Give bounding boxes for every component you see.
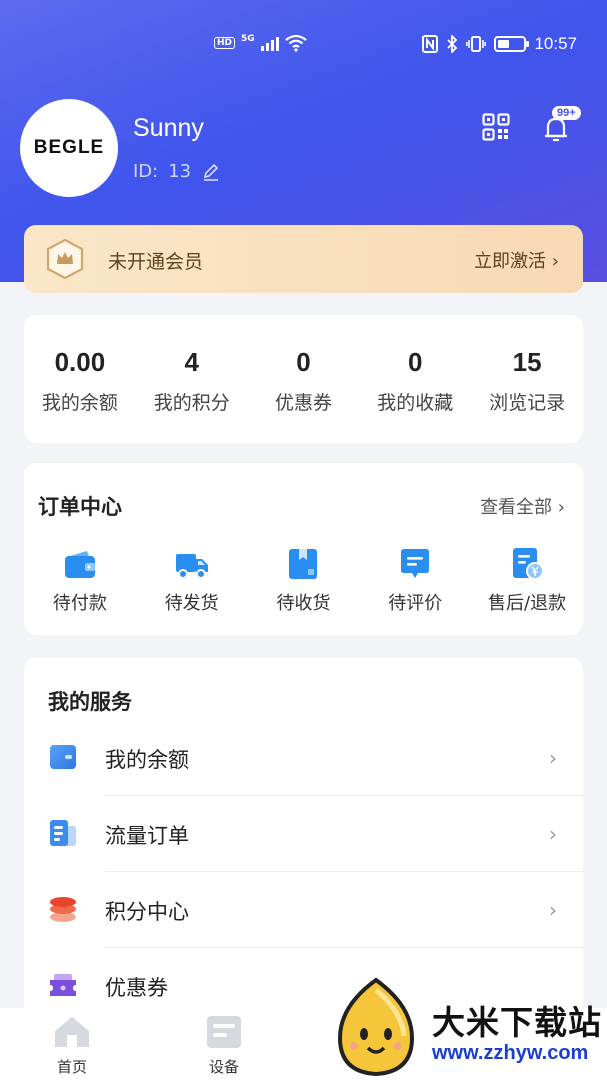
stat-favorites[interactable]: 0 我的收藏 <box>359 315 471 443</box>
battery-icon <box>494 36 530 52</box>
stat-points[interactable]: 4 我的积分 <box>136 315 248 443</box>
service-label: 流量订单 <box>105 824 189 848</box>
comment-icon <box>401 549 430 578</box>
stat-coupons[interactable]: 0 优惠券 <box>248 315 360 443</box>
tab-home[interactable]: 首页 <box>17 1008 127 1077</box>
stat-balance[interactable]: 0.00 我的余额 <box>24 315 136 443</box>
order-pending-review[interactable]: 待评价 <box>359 547 471 615</box>
username: Sunny <box>133 114 204 142</box>
network-type: 5G <box>241 34 255 44</box>
notification-badge: 99+ <box>552 106 581 120</box>
chevron-right-icon: › <box>557 497 565 518</box>
coins-icon <box>50 897 76 922</box>
tab-device[interactable]: 设备 <box>169 1008 279 1077</box>
order-after-sales[interactable]: 售后/退款 <box>471 547 583 615</box>
order-status-row: 待付款 待发货 待收货 待评价 售后/退款 <box>24 547 583 615</box>
order-center-title: 订单中心 <box>38 495 122 519</box>
order-label: 待付款 <box>52 593 107 614</box>
tab-label: 设备 <box>208 1058 239 1076</box>
ticket-icon <box>50 974 76 996</box>
order-label: 待收货 <box>276 593 331 614</box>
stat-label: 我的余额 <box>41 392 118 414</box>
stat-label: 浏览记录 <box>489 392 566 414</box>
wallet-icon <box>64 551 95 578</box>
tab-label: 首页 <box>56 1058 87 1076</box>
user-id-row: ID: 13 <box>133 161 221 182</box>
crown-badge-icon <box>46 239 84 279</box>
order-label: 待评价 <box>388 593 443 614</box>
avatar[interactable]: BEGLE <box>20 99 118 197</box>
nfc-icon <box>422 35 439 53</box>
vip-activate-link[interactable]: 立即激活 › <box>474 247 559 273</box>
vibrate-icon <box>466 36 487 52</box>
stat-label: 我的积分 <box>153 392 230 414</box>
card-icon <box>50 745 76 769</box>
services-title: 我的服务 <box>48 690 132 714</box>
user-id-label: ID: <box>133 161 159 182</box>
chevron-right-icon: › <box>549 822 557 846</box>
mascot-logo-icon <box>337 977 415 1077</box>
chevron-right-icon: › <box>551 251 559 272</box>
chevron-right-icon: › <box>549 746 557 770</box>
device-icon <box>207 1016 241 1048</box>
hd-indicator: HD <box>214 37 236 49</box>
service-points-center[interactable]: 积分中心 › <box>24 872 583 948</box>
order-label: 售后/退款 <box>488 593 567 614</box>
stat-label: 我的收藏 <box>377 392 454 414</box>
watermark-brand: 大米下载站 <box>432 1003 602 1042</box>
status-right: 10:57 <box>422 34 577 54</box>
watermark-url: www.zzhyw.com <box>432 1042 589 1064</box>
home-icon <box>55 1017 89 1047</box>
vip-status: 未开通会员 <box>108 251 204 273</box>
package-icon <box>289 549 318 579</box>
order-pending-shipment[interactable]: 待发货 <box>136 547 248 615</box>
stat-value: 4 <box>184 347 199 377</box>
service-label: 积分中心 <box>105 900 189 924</box>
stat-value: 0 <box>408 347 423 377</box>
clock: 10:57 <box>534 34 577 53</box>
stats-card: 0.00 我的余额 4 我的积分 0 优惠券 0 我的收藏 15 浏览记录 <box>24 315 583 443</box>
wifi-icon <box>284 34 307 52</box>
order-label: 待发货 <box>164 593 219 614</box>
order-pending-payment[interactable]: 待付款 <box>24 547 136 615</box>
watermark: 大米下载站 www.zzhyw.com <box>326 972 607 1080</box>
see-all-orders-link[interactable]: 查看全部 › <box>480 493 565 519</box>
stat-value: 0 <box>296 347 311 377</box>
truck-icon <box>175 554 208 579</box>
order-center-card: 订单中心 查看全部 › 待付款 待发货 待收货 待评价 售后/退款 <box>24 463 583 635</box>
chevron-right-icon: › <box>549 898 557 922</box>
stat-value: 0.00 <box>54 347 106 377</box>
status-left: HD 5G <box>214 34 307 52</box>
edit-icon[interactable] <box>201 162 221 182</box>
document-icon <box>50 820 76 846</box>
stat-label: 优惠券 <box>274 392 332 414</box>
vip-banner[interactable]: 未开通会员 立即激活 › <box>24 225 583 293</box>
status-bar: HD 5G 10:57 <box>0 30 607 60</box>
see-all-label: 查看全部 <box>480 497 553 518</box>
qr-code-icon[interactable] <box>482 113 510 141</box>
service-balance[interactable]: 我的余额 › <box>24 720 583 796</box>
signal-icon <box>260 35 279 51</box>
service-label: 我的余额 <box>105 748 189 772</box>
refund-icon <box>513 548 545 580</box>
avatar-logo: BEGLE <box>33 137 105 158</box>
service-label: 优惠券 <box>105 976 168 1000</box>
vip-activate-label: 立即激活 <box>474 251 547 272</box>
bluetooth-icon <box>447 35 458 53</box>
stat-history[interactable]: 15 浏览记录 <box>471 315 583 443</box>
order-pending-receipt[interactable]: 待收货 <box>248 547 360 615</box>
service-data-orders[interactable]: 流量订单 › <box>24 796 583 872</box>
user-id-value: 13 <box>168 161 192 182</box>
stat-value: 15 <box>512 347 542 377</box>
